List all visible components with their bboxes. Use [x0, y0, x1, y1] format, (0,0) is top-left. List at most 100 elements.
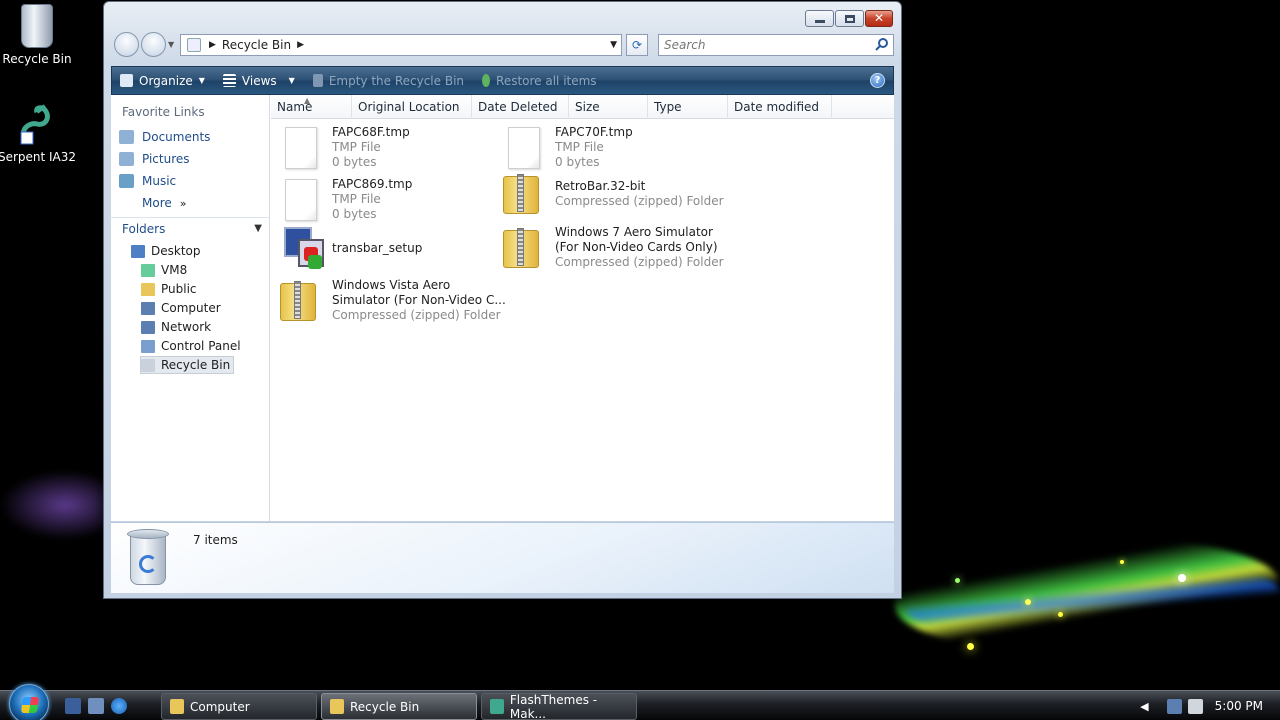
file-item[interactable]: transbar_setup	[280, 225, 422, 271]
file-name-continued: Simulator (For Non-Video C...	[332, 293, 506, 307]
tree-item-vm8[interactable]: VM8	[141, 261, 187, 279]
maximize-button[interactable]	[835, 10, 864, 27]
recycle-bin-icon	[187, 38, 201, 52]
zip-folder-icon	[280, 279, 316, 323]
user-folder-icon	[141, 263, 155, 277]
file-name: Windows Vista Aero	[332, 278, 451, 292]
favorite-music[interactable]: Music	[119, 174, 176, 188]
help-button[interactable]: ?	[870, 73, 885, 88]
organize-icon	[120, 74, 133, 87]
network-status-icon[interactable]	[1166, 698, 1182, 714]
search-icon[interactable]	[875, 37, 889, 51]
tree-item-desktop[interactable]: Desktop	[131, 242, 201, 260]
file-type: TMP File	[332, 192, 381, 206]
folder-icon	[330, 699, 344, 714]
favorite-pictures[interactable]: Pictures	[119, 152, 190, 166]
file-name: FAPC869.tmp	[332, 177, 413, 191]
empty-recycle-bin-button[interactable]: Empty the Recycle Bin	[312, 74, 464, 88]
tmp-file-icon	[285, 178, 317, 221]
recent-pages-dropdown[interactable]: ▼	[168, 32, 178, 57]
zip-folder-icon	[503, 226, 539, 270]
organize-label: Organize	[139, 73, 193, 88]
switch-windows-icon[interactable]	[88, 698, 104, 714]
control-panel-icon	[141, 339, 155, 353]
favorite-more[interactable]: More »	[142, 196, 186, 210]
folders-header[interactable]: Folders ▼	[111, 217, 269, 239]
column-headers: ▲ Name Original Location Date Deleted Siz…	[271, 95, 894, 119]
favorite-documents[interactable]: Documents	[119, 130, 210, 144]
command-bar: Organize ▼ Views ▼ Empty the Recycle Bin…	[111, 66, 894, 95]
column-original-location[interactable]: Original Location	[352, 95, 472, 119]
file-list: ▲ Name Original Location Date Deleted Siz…	[271, 95, 894, 521]
start-button[interactable]	[9, 684, 49, 720]
chevron-down-icon: ▼	[254, 223, 262, 234]
taskbar-button-flashthemes[interactable]: FlashThemes - Mak...	[481, 693, 637, 720]
desktop-icon-recycle-bin[interactable]: Recycle Bin	[0, 4, 77, 66]
serpent-icon	[490, 699, 504, 714]
details-pane: 7 items	[111, 522, 894, 593]
folder-icon	[141, 282, 155, 296]
tree-item-public[interactable]: Public	[141, 280, 197, 298]
column-type[interactable]: Type	[648, 95, 728, 119]
back-button[interactable]	[114, 32, 139, 57]
file-item[interactable]: RetroBar.32-bit Compressed (zipped) Fold…	[503, 172, 724, 216]
show-desktop-icon[interactable]	[65, 698, 81, 714]
column-date-modified[interactable]: Date modified	[728, 95, 832, 119]
views-icon	[222, 74, 236, 87]
file-item[interactable]: FAPC70F.tmp TMP File 0 bytes	[508, 125, 633, 170]
restore-all-button[interactable]: Restore all items	[482, 74, 597, 88]
file-item[interactable]: FAPC68F.tmp TMP File 0 bytes	[285, 125, 410, 170]
breadcrumb-arrow-icon[interactable]: ▶	[209, 40, 216, 50]
close-icon: ✕	[873, 11, 885, 25]
address-bar[interactable]: ▶ Recycle Bin ▶ ▼	[180, 34, 622, 56]
recycle-bin-icon	[312, 74, 323, 87]
forward-button[interactable]	[141, 32, 166, 57]
file-item[interactable]: FAPC869.tmp TMP File 0 bytes	[285, 177, 412, 222]
tree-label: Control Panel	[161, 339, 241, 353]
show-hidden-icons-button[interactable]: ◀	[1140, 700, 1148, 713]
column-label: Size	[575, 100, 600, 114]
tree-item-recycle-bin[interactable]: Recycle Bin	[140, 356, 235, 374]
views-button[interactable]: Views ▼	[222, 73, 295, 88]
pictures-icon	[119, 152, 134, 166]
close-button[interactable]: ✕	[865, 10, 893, 27]
address-dropdown-icon[interactable]: ▼	[610, 40, 617, 50]
restore-all-label: Restore all items	[496, 73, 597, 88]
setup-installer-icon	[280, 225, 326, 271]
desktop-icon-serpent[interactable]: Serpent IA32	[0, 102, 77, 164]
tmp-file-icon	[285, 126, 317, 169]
file-item[interactable]: Windows 7 Aero Simulator (For Non-Video …	[503, 225, 724, 270]
notification-area: ◀ 5:00 PM	[1140, 691, 1280, 720]
volume-muted-icon[interactable]	[1187, 698, 1203, 714]
file-item[interactable]: Windows Vista Aero Simulator (For Non-Vi…	[280, 278, 506, 323]
internet-explorer-icon[interactable]	[111, 698, 127, 714]
views-label: Views	[241, 73, 277, 88]
tree-label: Recycle Bin	[161, 358, 231, 372]
search-input[interactable]: Search	[658, 34, 894, 56]
tree-label: Network	[161, 320, 212, 334]
favorite-label: Pictures	[142, 152, 190, 166]
minimize-button[interactable]	[805, 10, 834, 27]
breadcrumb-arrow-icon[interactable]: ▶	[297, 40, 304, 50]
breadcrumb-recycle-bin[interactable]: Recycle Bin	[222, 38, 291, 52]
clock[interactable]: 5:00 PM	[1215, 699, 1263, 713]
help-icon: ?	[874, 75, 881, 86]
zip-folder-icon	[503, 172, 539, 216]
tree-item-network[interactable]: Network	[141, 318, 211, 336]
column-label: Original Location	[358, 100, 460, 114]
tree-item-control-panel[interactable]: Control Panel	[141, 337, 241, 355]
organize-button[interactable]: Organize ▼	[120, 74, 205, 88]
taskbar: Computer Recycle Bin FlashThemes - Mak..…	[0, 684, 1280, 720]
documents-icon	[119, 130, 134, 144]
tree-item-computer[interactable]: Computer	[141, 299, 221, 317]
tree-label: Desktop	[151, 244, 201, 258]
refresh-button[interactable]: ⟳	[626, 34, 648, 56]
column-size[interactable]: Size	[569, 95, 648, 119]
serpent-icon	[17, 102, 57, 146]
column-date-deleted[interactable]: Date Deleted	[472, 95, 569, 119]
column-label: Type	[654, 100, 682, 114]
column-name[interactable]: ▲ Name	[271, 95, 352, 119]
minimize-icon	[815, 20, 825, 23]
taskbar-button-computer[interactable]: Computer	[161, 693, 317, 720]
taskbar-button-recycle-bin[interactable]: Recycle Bin	[321, 693, 477, 720]
